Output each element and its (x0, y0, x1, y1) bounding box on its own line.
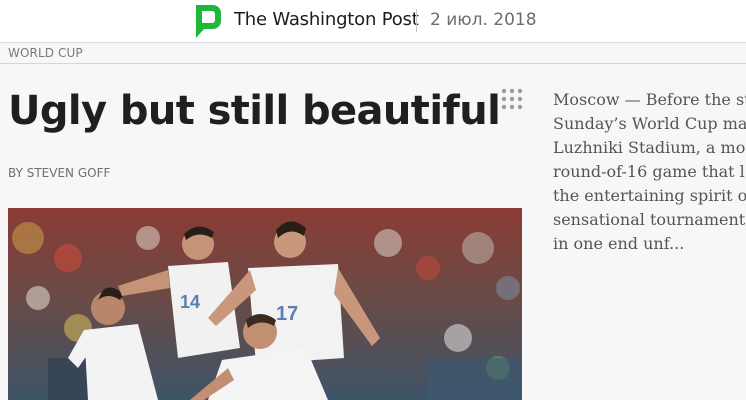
publish-date: 2 июл. 2018 (430, 10, 537, 30)
article-headline[interactable]: Ugly but still beautiful (8, 88, 501, 134)
section-label[interactable]: WORLD CUP (8, 46, 83, 60)
excerpt-line: in one end unf... (553, 234, 685, 253)
top-bar: The Washington Post 2 июл. 2018 (0, 0, 746, 43)
excerpt-line: Sunday’s World Cup mat (553, 114, 746, 133)
excerpt-line: the entertaining spirit of (553, 186, 746, 205)
article-byline: BY STEVEN GOFF (8, 166, 111, 180)
publisher-name[interactable]: The Washington Post (234, 9, 419, 30)
excerpt-line: round-of-16 game that l (553, 162, 745, 181)
header-divider (416, 9, 417, 32)
excerpt-line: Moscow — Before the st (553, 90, 746, 109)
jersey-number-14: 14 (180, 292, 200, 312)
jersey-number-17: 17 (276, 303, 298, 325)
article-photo[interactable]: 14 17 (8, 208, 522, 400)
excerpt-line: Luzhniki Stadium, a mor (553, 138, 746, 157)
app-logo-icon[interactable] (191, 3, 223, 41)
article-excerpt[interactable]: Moscow — Before the st Sunday’s World Cu… (553, 88, 746, 256)
section-bar: WORLD CUP (0, 43, 746, 64)
grid-dots-icon[interactable] (500, 87, 524, 111)
excerpt-line: sensational tournament, (553, 210, 746, 229)
players-celebrating-photo: 14 17 (8, 208, 522, 400)
